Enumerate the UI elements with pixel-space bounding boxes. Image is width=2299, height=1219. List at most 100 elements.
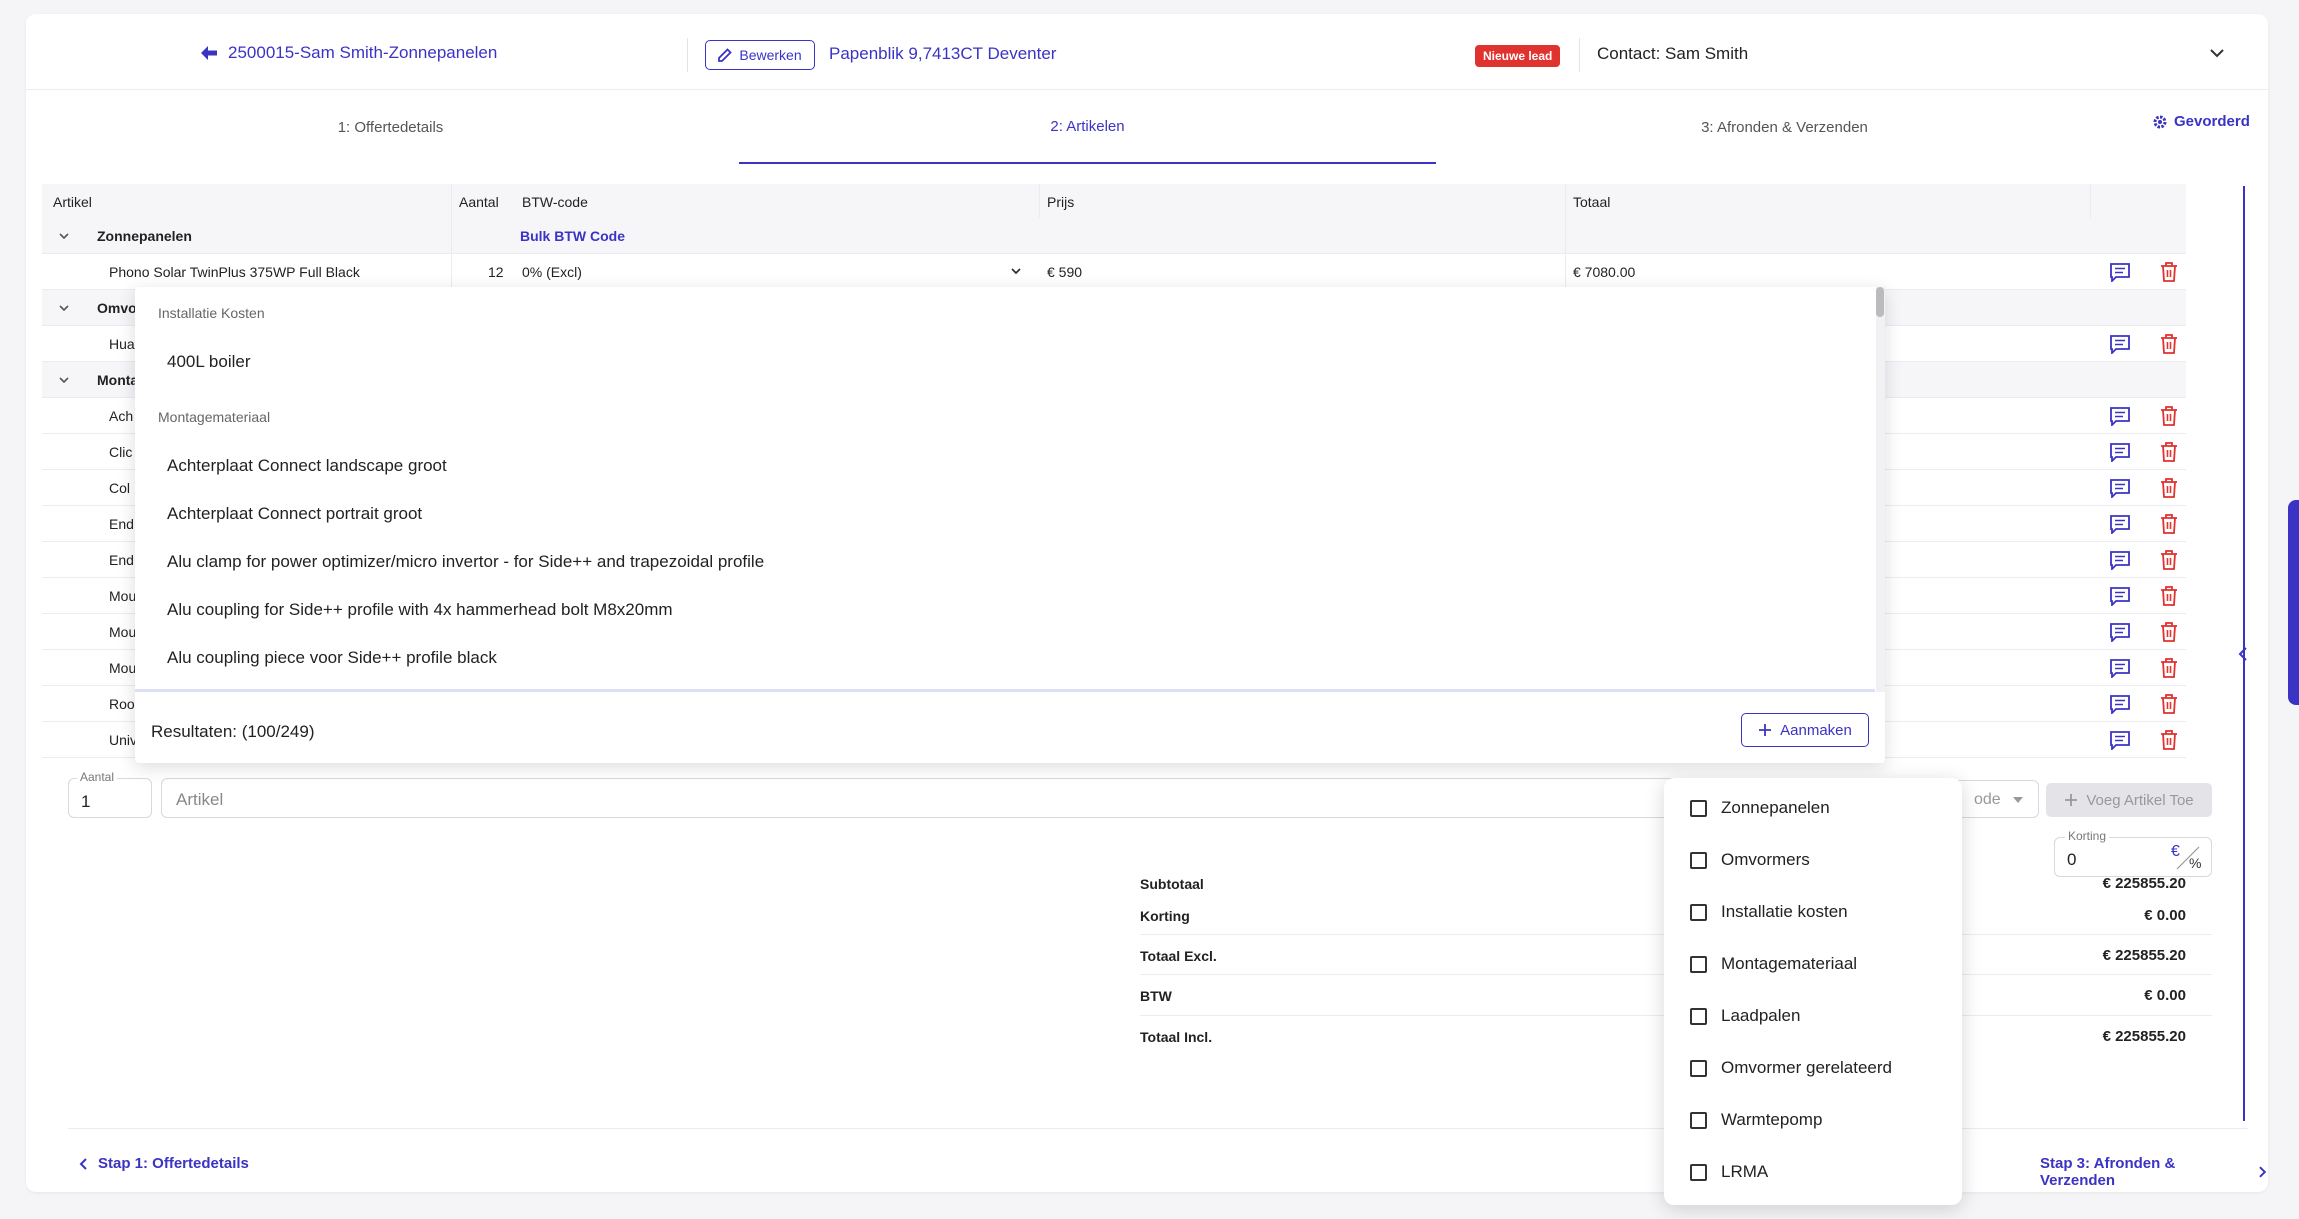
previous-step-button[interactable]: Stap 1: Offertedetails xyxy=(78,1155,249,1172)
advanced-button[interactable]: Gevorderd xyxy=(2152,113,2250,130)
vat-value: € 0.00 xyxy=(2144,987,2186,1004)
checkbox[interactable] xyxy=(1690,1059,1707,1077)
trash-icon[interactable] xyxy=(2160,477,2178,499)
side-panel-tab[interactable] xyxy=(2288,500,2299,705)
quantity-label: Aantal xyxy=(77,770,118,784)
article-search-input[interactable]: Artikel xyxy=(161,778,1911,818)
category-option[interactable]: Laadpalen xyxy=(1690,1006,1800,1026)
col-aantal: Aantal xyxy=(459,194,499,210)
comment-icon[interactable] xyxy=(2109,622,2131,642)
article-name: Ach xyxy=(109,408,134,424)
trash-icon[interactable] xyxy=(2160,621,2178,643)
category-option[interactable]: Installatie kosten xyxy=(1690,902,1848,922)
article-price[interactable]: € 590 xyxy=(1047,264,1082,280)
total-excl-value: € 225855.20 xyxy=(2102,947,2186,964)
quantity-input[interactable]: Aantal 1 xyxy=(68,770,152,818)
comment-icon[interactable] xyxy=(2109,334,2131,354)
header-bar: 2500015-Sam Smith-Zonnepanelen Bewerken … xyxy=(26,14,2268,90)
trash-icon[interactable] xyxy=(2160,585,2178,607)
category-option[interactable]: Zonnepanelen xyxy=(1690,798,1830,818)
tab-artikelen[interactable]: 2: Artikelen xyxy=(739,90,1436,164)
group-row[interactable]: Zonnepanelen Bulk BTW Code xyxy=(42,218,2186,254)
chevron-down-icon[interactable] xyxy=(1010,267,1022,277)
address-link[interactable]: Papenblik 9,7413CT Deventer xyxy=(829,44,1056,64)
subtotal-value: € 225855.20 xyxy=(2102,875,2186,892)
chevron-left-icon[interactable] xyxy=(2236,644,2250,664)
group-name: Monta xyxy=(97,372,139,388)
comment-icon[interactable] xyxy=(2109,694,2131,714)
category-option[interactable]: Warmtepomp xyxy=(1690,1110,1822,1130)
bulk-btw-link[interactable]: Bulk BTW Code xyxy=(520,228,625,244)
category-option[interactable]: Omvormers xyxy=(1690,850,1810,870)
category-label: Warmtepomp xyxy=(1721,1110,1823,1129)
trash-icon[interactable] xyxy=(2160,693,2178,715)
category-option[interactable]: Montagemateriaal xyxy=(1690,954,1857,974)
chevron-down-icon[interactable] xyxy=(58,230,70,242)
discount-total-value: € 0.00 xyxy=(2144,907,2186,924)
edit-button[interactable]: Bewerken xyxy=(705,40,815,70)
dropdown-scrollbar[interactable] xyxy=(1876,287,1885,692)
chevron-down-icon[interactable] xyxy=(2206,42,2228,64)
trash-icon[interactable] xyxy=(2160,261,2178,283)
dropdown-option[interactable]: Achterplaat Connect landscape groot xyxy=(167,456,447,476)
checkbox[interactable] xyxy=(1690,799,1707,817)
total-incl-label: Totaal Incl. xyxy=(1140,1029,1213,1045)
back-link[interactable]: 2500015-Sam Smith-Zonnepanelen xyxy=(200,43,497,63)
dropdown-option[interactable]: Alu coupling for Side++ profile with 4x … xyxy=(167,600,673,620)
dropdown-option[interactable]: Alu coupling piece voor Side++ profile b… xyxy=(167,648,497,668)
category-option[interactable]: LRMA xyxy=(1690,1162,1768,1182)
dropdown-option[interactable]: Achterplaat Connect portrait groot xyxy=(167,504,422,524)
quote-title: 2500015-Sam Smith-Zonnepanelen xyxy=(228,43,498,62)
vat-label: BTW xyxy=(1140,988,1172,1004)
advanced-label: Gevorderd xyxy=(2174,113,2250,130)
trash-icon[interactable] xyxy=(2160,549,2178,571)
discount-total-label: Korting xyxy=(1140,908,1190,924)
comment-icon[interactable] xyxy=(2109,406,2131,426)
comment-icon[interactable] xyxy=(2109,658,2131,678)
comment-icon[interactable] xyxy=(2109,514,2131,534)
column-divider xyxy=(451,184,452,292)
total-incl-value: € 225855.20 xyxy=(2102,1028,2186,1045)
caret-down-icon xyxy=(2013,797,2023,803)
trash-icon[interactable] xyxy=(2160,513,2178,535)
col-prijs: Prijs xyxy=(1047,194,1075,210)
trash-icon[interactable] xyxy=(2160,333,2178,355)
trash-icon[interactable] xyxy=(2160,441,2178,463)
comment-icon[interactable] xyxy=(2109,730,2131,750)
trash-icon[interactable] xyxy=(2160,657,2178,679)
tab-offertedetails[interactable]: 1: Offertedetails xyxy=(42,90,739,164)
comment-icon[interactable] xyxy=(2109,442,2131,462)
divider xyxy=(687,38,688,72)
checkbox[interactable] xyxy=(1690,851,1707,869)
chevron-down-icon[interactable] xyxy=(58,302,70,314)
comment-icon[interactable] xyxy=(2109,262,2131,282)
edit-button-label: Bewerken xyxy=(739,47,802,63)
next-step-button[interactable]: Stap 3: Afronden & Verzenden xyxy=(2040,1155,2268,1189)
add-article-button[interactable]: Voeg Artikel Toe xyxy=(2046,783,2212,817)
checkbox[interactable] xyxy=(1690,955,1707,973)
checkbox[interactable] xyxy=(1690,903,1707,921)
article-qty[interactable]: 12 xyxy=(488,264,504,280)
article-name: Mou xyxy=(109,660,137,676)
discount-type-toggle[interactable]: € % xyxy=(2169,843,2205,873)
dropdown-option[interactable]: Alu clamp for power optimizer/micro inve… xyxy=(167,552,764,572)
chevron-down-icon[interactable] xyxy=(58,374,70,386)
discount-input[interactable]: Korting 0 € % xyxy=(2054,829,2212,877)
trash-icon[interactable] xyxy=(2160,729,2178,751)
article-name: End xyxy=(109,552,134,568)
create-article-button[interactable]: Aanmaken xyxy=(1741,713,1869,747)
discount-label: Korting xyxy=(2065,829,2110,843)
checkbox[interactable] xyxy=(1690,1111,1707,1129)
dropdown-scrollbar-thumb[interactable] xyxy=(1876,287,1884,317)
article-name: Univ xyxy=(109,732,138,748)
comment-icon[interactable] xyxy=(2109,550,2131,570)
btw-select[interactable]: 0% (Excl) xyxy=(522,264,582,280)
category-option[interactable]: Omvormer gerelateerd xyxy=(1690,1058,1892,1078)
checkbox[interactable] xyxy=(1690,1163,1707,1181)
tab-afronden[interactable]: 3: Afronden & Verzenden xyxy=(1436,90,2133,164)
checkbox[interactable] xyxy=(1690,1007,1707,1025)
trash-icon[interactable] xyxy=(2160,405,2178,427)
dropdown-option[interactable]: 400L boiler xyxy=(167,352,251,372)
comment-icon[interactable] xyxy=(2109,586,2131,606)
comment-icon[interactable] xyxy=(2109,478,2131,498)
